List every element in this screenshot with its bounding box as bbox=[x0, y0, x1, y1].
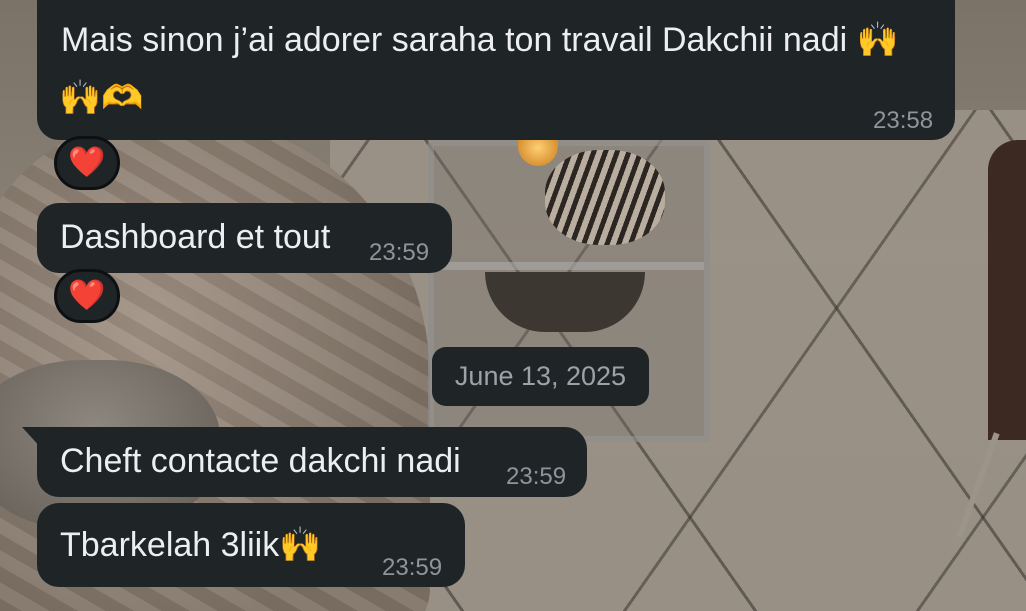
message-bubble[interactable]: Tbarkelah 3liik🙌 23:59 bbox=[37, 503, 465, 587]
message-text: Tbarkelah 3liik🙌 bbox=[60, 519, 322, 571]
date-separator: June 13, 2025 bbox=[432, 347, 649, 406]
message-timestamp: 23:59 bbox=[369, 239, 430, 266]
wallpaper-chair bbox=[988, 140, 1026, 440]
message-text-line: Mais sinon j’ai adorer saraha ton travai… bbox=[61, 21, 848, 59]
wallpaper-table-shelf bbox=[428, 262, 704, 270]
wallpaper-basket bbox=[545, 150, 665, 245]
message-timestamp: 23:58 bbox=[873, 107, 934, 134]
chat-screen: Mais sinon j’ai adorer saraha ton travai… bbox=[0, 0, 1026, 611]
message-timestamp: 23:59 bbox=[382, 554, 443, 581]
message-bubble[interactable]: Mais sinon j’ai adorer saraha ton travai… bbox=[37, 0, 955, 140]
heart-reaction[interactable]: ❤️ bbox=[54, 269, 120, 323]
message-timestamp: 23:59 bbox=[506, 463, 567, 490]
message-text: Cheft contacte dakchi nadi bbox=[60, 442, 461, 480]
heart-icon: ❤️ bbox=[68, 279, 106, 312]
raising-hands-emoji: 🙌 bbox=[856, 20, 899, 60]
emoji-line: 🙌🫶 bbox=[59, 78, 144, 118]
message-bubble[interactable]: Cheft contacte dakchi nadi 23:59 bbox=[37, 427, 587, 497]
message-text-line: Tbarkelah 3liik bbox=[60, 526, 280, 564]
message-bubble[interactable]: Dashboard et tout 23:59 bbox=[37, 203, 452, 273]
heart-icon: ❤️ bbox=[68, 146, 106, 179]
heart-reaction[interactable]: ❤️ bbox=[54, 136, 120, 190]
raising-hands-emoji: 🙌 bbox=[279, 525, 322, 565]
message-text: Mais sinon j’ai adorer saraha ton travai… bbox=[61, 14, 899, 66]
message-text: Dashboard et tout bbox=[60, 218, 331, 256]
